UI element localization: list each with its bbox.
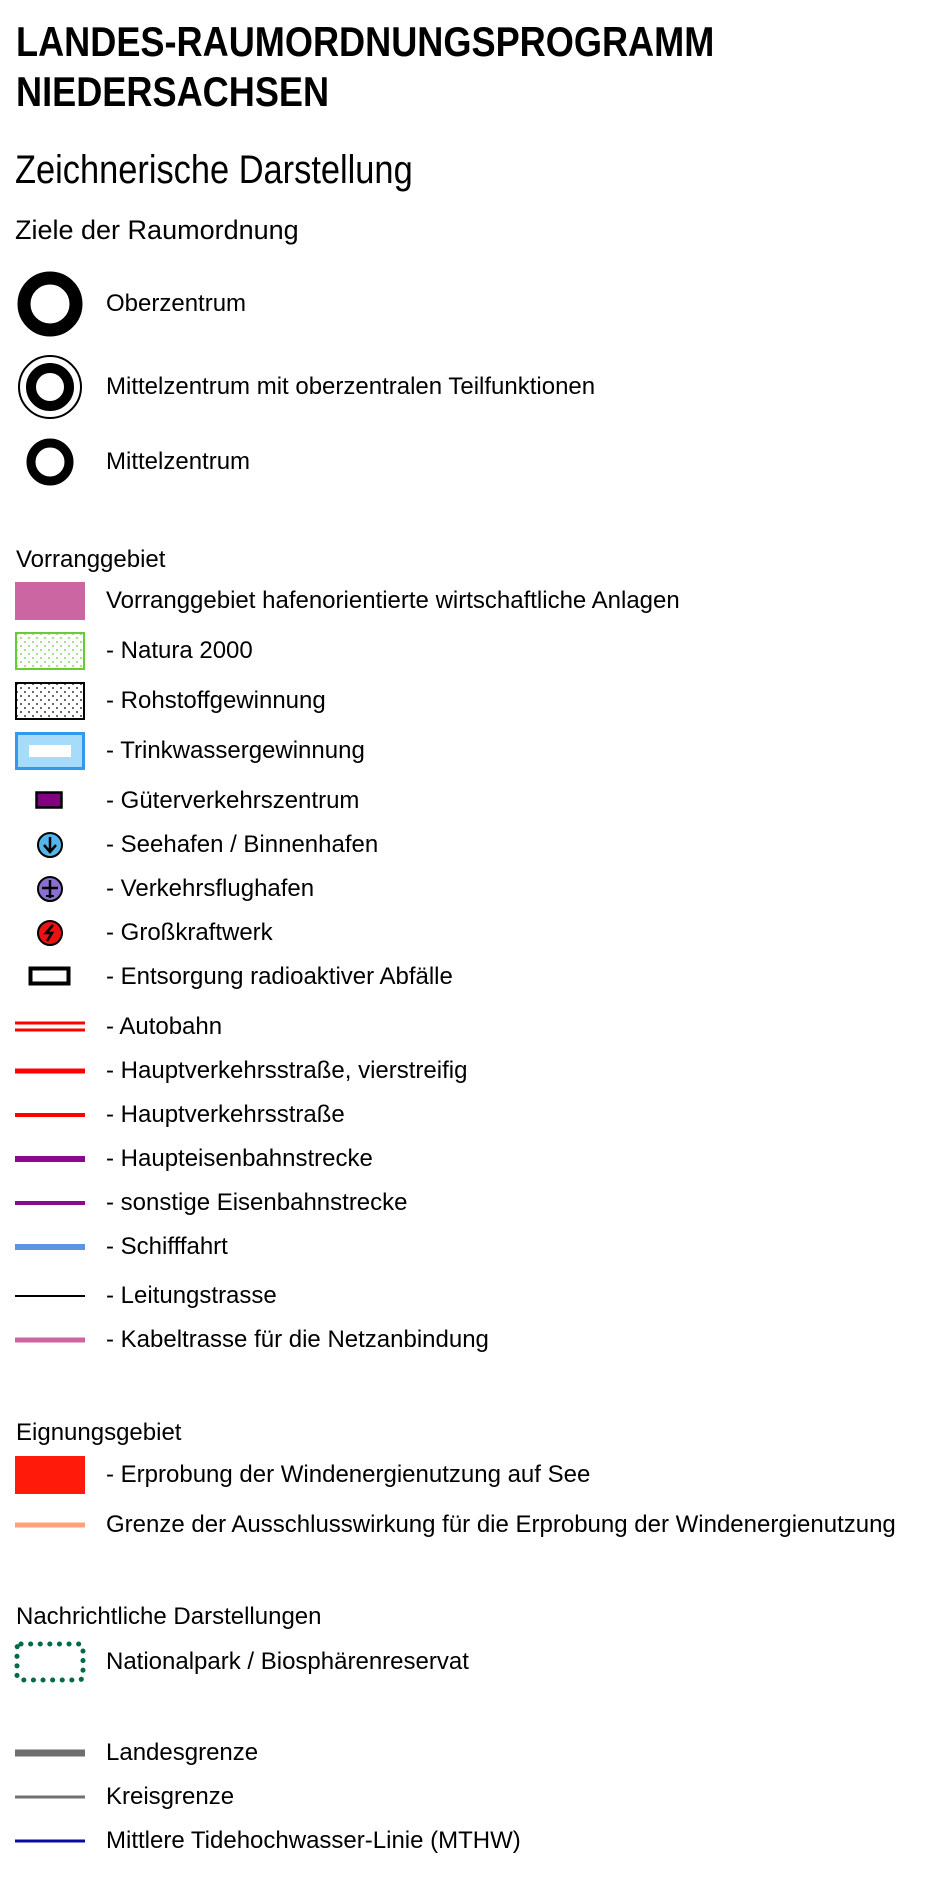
legend-label: Landesgrenze [106,1739,259,1766]
legend-item-eisenbahn: - sonstige Eisenbahnstrecke [0,1183,946,1223]
legend-label: - Kabeltrasse für die Netzanbindung [106,1326,489,1353]
legend-item-autobahn: - Autobahn [0,1007,946,1047]
legend-label: - Verkehrsflughafen [106,875,315,902]
legend-item-kreisgrenze: Kreisgrenze [0,1777,946,1817]
legend-item-mthw: Mittlere Tidehochwasser-Linie (MTHW) [0,1821,946,1861]
legend-label: - Großkraftwerk [106,919,273,946]
legend-item-trinkwasser: - Trinkwassergewinnung [0,731,946,771]
legend-item-rohstoff: - Rohstoffgewinnung [0,681,946,721]
map-title-line1: LANDES-RAUMORDNUNGSPROGRAMM [16,18,715,65]
leitung-line [12,1276,88,1316]
section-vorranggebiet: Vorranggebiet [16,546,166,573]
legend-label: - Autobahn [106,1013,223,1040]
landesgrenze-line [12,1733,88,1773]
legend-label: - Leitungstrasse [106,1282,277,1309]
legend-item-hafen: Vorranggebiet hafenorientierte wirtschaf… [0,581,946,621]
anchor-icon [12,825,88,865]
legend-label: - Hauptverkehrsstraße, vierstreifig [106,1057,468,1084]
legend-label: Nationalpark / Biosphärenreservat [106,1648,469,1675]
legend-label: - sonstige Eisenbahnstrecke [106,1189,408,1216]
legend-label: Grenze der Ausschlusswirkung für die Erp… [106,1511,896,1538]
shipping-line [12,1227,88,1267]
legend-label: - Entsorgung radioaktiver Abfälle [106,963,453,990]
kabeltrasse-line [12,1320,88,1360]
rail-line [12,1183,88,1223]
airplane-icon [12,869,88,909]
hafen-area-swatch [12,581,88,621]
map-title-line2: NIEDERSACHSEN [16,68,330,115]
oberzentrum-icon [12,271,88,337]
legend-item-entsorgung: - Entsorgung radioaktiver Abfälle [0,957,946,997]
lightning-icon [12,913,88,953]
road-line [12,1095,88,1135]
legend-item-seehafen: - Seehafen / Binnenhafen [0,825,946,865]
legend-item-landesgrenze: Landesgrenze [0,1733,946,1773]
legend-item-mittelzentrum-teilfunktionen: Mittelzentrum mit oberzentralen Teilfunk… [0,352,946,422]
mthw-line [12,1821,88,1861]
autobahn-line [12,1007,88,1047]
legend-item-nationalpark: Nationalpark / Biosphärenreservat [0,1637,946,1687]
legend-item-hauptstrasse-vierstreifig: - Hauptverkehrsstraße, vierstreifig [0,1051,946,1091]
mittelzentrum-icon [12,434,88,490]
legend-item-oberzentrum: Oberzentrum [0,271,946,337]
legend-heading-ziele: Ziele der Raumordnung [15,215,299,245]
legend-item-hauptstrasse: - Hauptverkehrsstraße [0,1095,946,1135]
rail-line-thick [12,1139,88,1179]
legend-label: - Haupteisenbahnstrecke [106,1145,373,1172]
legend-label: - Erprobung der Windenergienutzung auf S… [106,1461,591,1488]
kreisgrenze-line [12,1777,88,1817]
nationalpark-swatch [12,1637,88,1687]
legend-item-leitung: - Leitungstrasse [0,1276,946,1316]
natura-swatch [12,631,88,671]
road-line-thick [12,1051,88,1091]
ausschluss-line [12,1505,88,1545]
gueterverkehrszentrum-icon [12,781,88,821]
legend-label: Mittelzentrum [106,448,251,475]
legend-label: - Natura 2000 [106,637,253,664]
legend-item-mittelzentrum: Mittelzentrum [0,434,946,490]
legend-item-haupteisenbahn: - Haupteisenbahnstrecke [0,1139,946,1179]
legend-item-schifffahrt: - Schifffahrt [0,1227,946,1267]
legend-item-ausschluss: Grenze der Ausschlusswirkung für die Erp… [0,1505,946,1545]
legend-item-flughafen: - Verkehrsflughafen [0,869,946,909]
windenergie-swatch [12,1455,88,1495]
legend-label: Mittlere Tidehochwasser-Linie (MTHW) [106,1827,521,1854]
legend-label: Mittelzentrum mit oberzentralen Teilfunk… [106,373,596,400]
entsorgung-icon [12,957,88,997]
legend-subtitle: Zeichnerische Darstellung [15,148,413,192]
legend-item-kraftwerk: - Großkraftwerk [0,913,946,953]
mittelzentrum-teilfunktionen-icon [12,352,88,422]
legend-item-windenergie: - Erprobung der Windenergienutzung auf S… [0,1455,946,1495]
legend-label: Oberzentrum [106,290,247,317]
legend-label: Vorranggebiet hafenorientierte wirtschaf… [106,587,680,614]
legend-label: - Rohstoffgewinnung [106,687,326,714]
legend-label: Kreisgrenze [106,1783,235,1810]
legend-item-natura: - Natura 2000 [0,631,946,671]
legend-label: - Hauptverkehrsstraße [106,1101,345,1128]
legend-item-gueterverkehr: - Güterverkehrszentrum [0,781,946,821]
trinkwasser-swatch [12,731,88,771]
legend-label: - Schifffahrt [106,1233,228,1260]
rohstoff-swatch [12,681,88,721]
legend-label: - Seehafen / Binnenhafen [106,831,379,858]
legend-label: - Güterverkehrszentrum [106,787,360,814]
section-nachrichtlich: Nachrichtliche Darstellungen [16,1603,322,1630]
section-eignungsgebiet: Eignungsgebiet [16,1419,182,1446]
legend-item-kabeltrasse: - Kabeltrasse für die Netzanbindung [0,1320,946,1360]
legend-label: - Trinkwassergewinnung [106,737,365,764]
